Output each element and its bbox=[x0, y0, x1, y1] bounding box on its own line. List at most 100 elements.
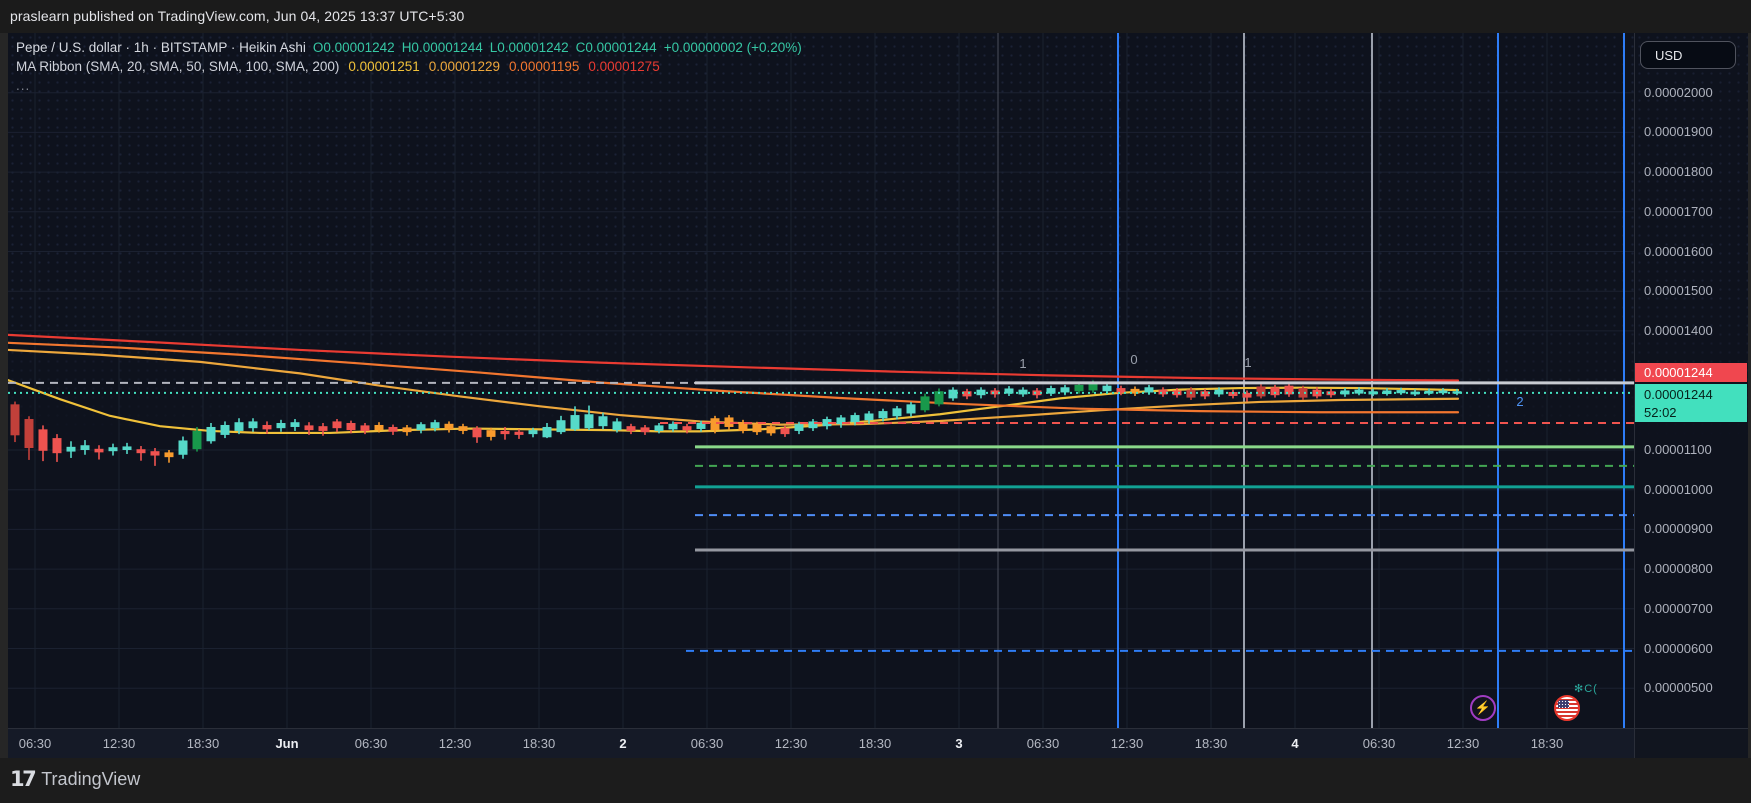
candle-body[interactable] bbox=[1145, 387, 1154, 392]
candle-body[interactable] bbox=[249, 421, 258, 428]
tradingview-snapshot: praslearn published on TradingView.com, … bbox=[0, 0, 1751, 803]
candle-body[interactable] bbox=[109, 447, 118, 451]
candle-body[interactable] bbox=[1075, 385, 1084, 391]
symbol-title[interactable]: Pepe / U.S. dollar · 1h · BITSTAMP · Hei… bbox=[16, 40, 306, 55]
time-axis-label: 3 bbox=[955, 736, 962, 751]
candle-body[interactable] bbox=[711, 418, 720, 430]
candle-body[interactable] bbox=[683, 426, 692, 430]
price-axis-label: 0.00002000 bbox=[1644, 85, 1713, 100]
candle-body[interactable] bbox=[235, 422, 244, 431]
candle-body[interactable] bbox=[921, 396, 930, 410]
candle-body[interactable] bbox=[417, 424, 426, 430]
ma-ribbon-label[interactable]: MA Ribbon (SMA, 20, SMA, 50, SMA, 100, S… bbox=[16, 59, 339, 74]
price-axis-label: 0.00000700 bbox=[1644, 601, 1713, 616]
candle-body[interactable] bbox=[361, 425, 370, 431]
candle-body[interactable] bbox=[1271, 387, 1280, 395]
candle-body[interactable] bbox=[543, 427, 552, 437]
candle-body[interactable] bbox=[949, 390, 958, 399]
candle-body[interactable] bbox=[557, 420, 566, 432]
chart-text-marker[interactable]: 1 bbox=[1019, 356, 1026, 371]
time-axis-label: 18:30 bbox=[187, 736, 220, 751]
chart-canvas[interactable]: 1 0 1 2 Pepe / U.S. dollar · 1h · BITSTAMP … bbox=[8, 33, 1634, 728]
candle-body[interactable] bbox=[473, 428, 482, 437]
candle-body[interactable] bbox=[151, 451, 160, 455]
candle-body[interactable] bbox=[1103, 386, 1112, 392]
chart-text-marker[interactable]: 1 bbox=[1244, 355, 1251, 370]
candle-body[interactable] bbox=[277, 423, 286, 428]
candle-body[interactable] bbox=[165, 452, 174, 457]
candle-body[interactable] bbox=[193, 431, 202, 449]
chart-text-marker[interactable]: 2 bbox=[1516, 394, 1523, 409]
candle-body[interactable] bbox=[347, 423, 356, 430]
sma-200-line[interactable] bbox=[8, 335, 1458, 381]
candle-body[interactable] bbox=[221, 425, 230, 435]
candle-body[interactable] bbox=[487, 430, 496, 437]
candle-body[interactable] bbox=[627, 426, 636, 431]
candle-body[interactable] bbox=[403, 427, 412, 432]
candle-body[interactable] bbox=[95, 449, 104, 453]
candle-body[interactable] bbox=[655, 425, 664, 431]
candle-body[interactable] bbox=[529, 430, 538, 434]
candle-body[interactable] bbox=[389, 427, 398, 432]
candle-body[interactable] bbox=[53, 438, 62, 453]
legend-more-row[interactable]: ... bbox=[16, 76, 802, 95]
candle-body[interactable] bbox=[431, 422, 440, 428]
candle-body[interactable] bbox=[893, 408, 902, 416]
lightning-emoji-icon[interactable]: ⚡ bbox=[1470, 695, 1496, 721]
candle-body[interactable] bbox=[25, 419, 34, 448]
candle-body[interactable] bbox=[851, 415, 860, 422]
ma-ribbon-sma200-value: 0.00001275 bbox=[588, 59, 659, 74]
candle-body[interactable] bbox=[375, 425, 384, 430]
ma-ribbon-legend-row[interactable]: MA Ribbon (SMA, 20, SMA, 50, SMA, 100, S… bbox=[16, 57, 802, 76]
candle-body[interactable] bbox=[459, 426, 468, 431]
time-axis[interactable]: 06:3012:3018:30Jun06:3012:3018:30206:301… bbox=[8, 728, 1634, 758]
legend-ellipsis[interactable]: ... bbox=[16, 78, 30, 93]
currency-toggle-button[interactable]: USD bbox=[1640, 41, 1736, 69]
candle-body[interactable] bbox=[445, 424, 454, 430]
candle-body[interactable] bbox=[1257, 386, 1266, 396]
ma-ribbon-sma50-value: 0.00001229 bbox=[429, 59, 500, 74]
candle-body[interactable] bbox=[669, 424, 678, 430]
candle-body[interactable] bbox=[571, 415, 580, 429]
candle-body[interactable] bbox=[879, 411, 888, 418]
candle-body[interactable] bbox=[641, 427, 650, 432]
candle-body[interactable] bbox=[137, 449, 146, 453]
candle-body[interactable] bbox=[11, 404, 20, 435]
candle-body[interactable] bbox=[319, 426, 328, 431]
chart-legend: Pepe / U.S. dollar · 1h · BITSTAMP · Hei… bbox=[16, 38, 802, 95]
candle-body[interactable] bbox=[781, 428, 790, 434]
candle-body[interactable] bbox=[81, 445, 90, 450]
candle-body[interactable] bbox=[501, 431, 510, 434]
candle-body[interactable] bbox=[767, 426, 776, 433]
candle-body[interactable] bbox=[613, 421, 622, 430]
candle-body[interactable] bbox=[333, 421, 342, 428]
candle-body[interactable] bbox=[67, 447, 76, 452]
candle-body[interactable] bbox=[291, 422, 300, 427]
candle-body[interactable] bbox=[207, 427, 216, 441]
candle-body[interactable] bbox=[179, 440, 188, 454]
candle-body[interactable] bbox=[599, 416, 608, 426]
candle-body[interactable] bbox=[1061, 387, 1070, 392]
candle-body[interactable] bbox=[585, 414, 594, 428]
candle-body[interactable] bbox=[305, 425, 314, 430]
candle-body[interactable] bbox=[123, 446, 132, 450]
symbol-legend-row[interactable]: Pepe / U.S. dollar · 1h · BITSTAMP · Hei… bbox=[16, 38, 802, 57]
lightning-bolt-icon: ⚡ bbox=[1475, 700, 1491, 716]
teal-doodle-icon[interactable]: ✻C( bbox=[1574, 682, 1598, 695]
tradingview-logo[interactable]: 17 TradingView bbox=[10, 767, 140, 791]
candle-body[interactable] bbox=[263, 425, 272, 429]
candle-body[interactable] bbox=[753, 424, 762, 432]
chart-text-marker[interactable]: 0 bbox=[1130, 352, 1137, 367]
price-axis-label: 0.00000600 bbox=[1644, 641, 1713, 656]
us-flag-emoji-icon[interactable] bbox=[1554, 695, 1580, 721]
ohlc-low: L0.00001242 bbox=[490, 40, 569, 55]
candle-body[interactable] bbox=[515, 432, 524, 435]
candle-body[interactable] bbox=[39, 429, 48, 450]
time-axis-label: 12:30 bbox=[1111, 736, 1144, 751]
time-axis-label: 18:30 bbox=[1531, 736, 1564, 751]
price-chart-svg[interactable]: 1 0 1 2 bbox=[8, 33, 1634, 728]
candle-body[interactable] bbox=[907, 404, 916, 413]
candle-body[interactable] bbox=[865, 413, 874, 420]
price-axis[interactable]: USD 0.00001244 0.00001244 52:02 0.000020… bbox=[1634, 33, 1748, 728]
candle-body[interactable] bbox=[795, 424, 804, 431]
